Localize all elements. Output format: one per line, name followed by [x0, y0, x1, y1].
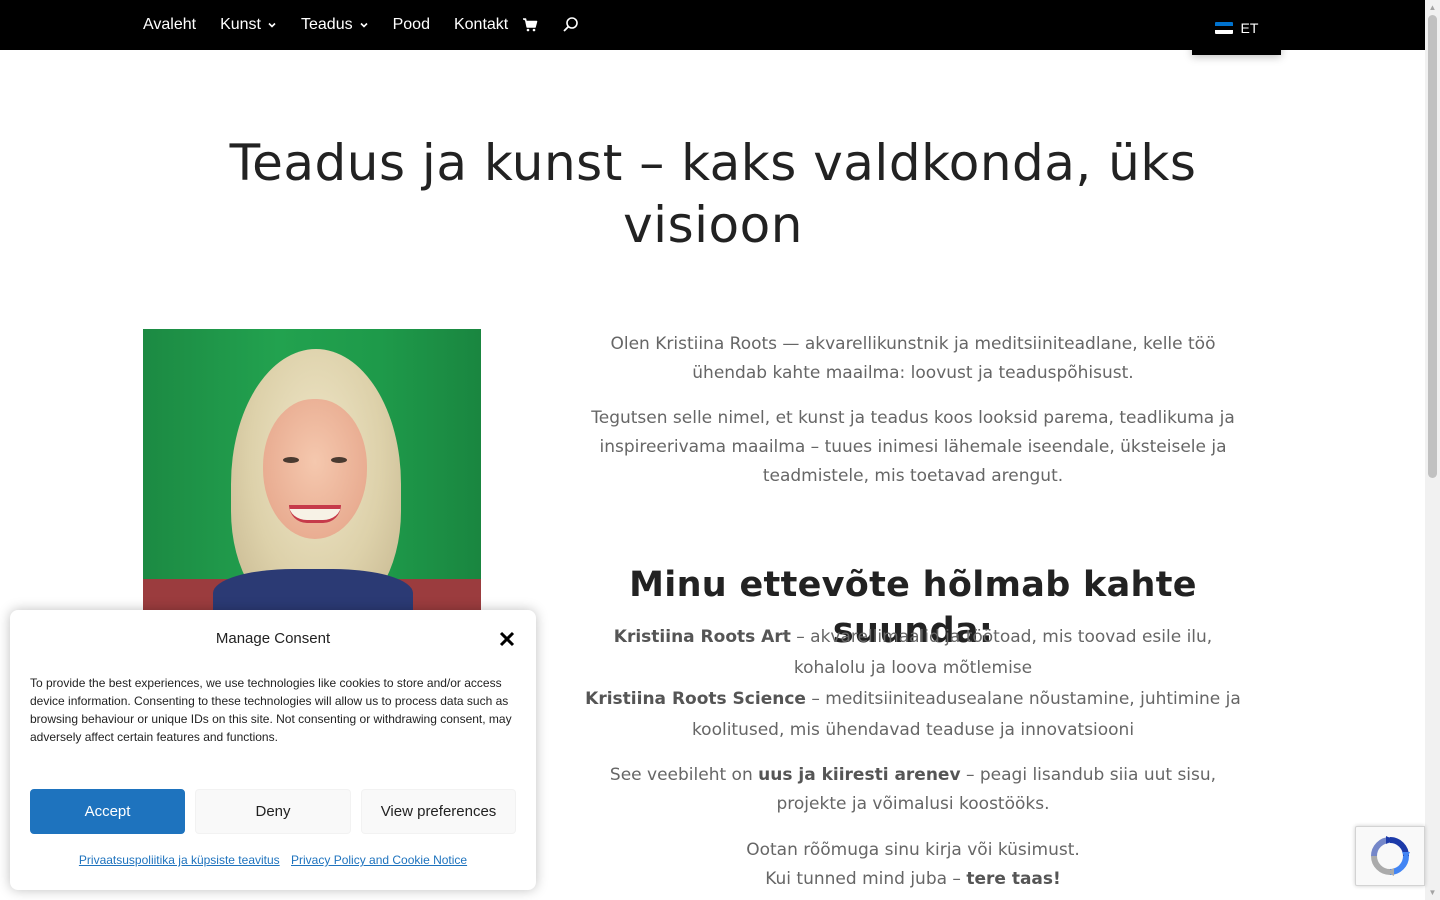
chevron-down-icon — [360, 22, 368, 28]
art-description: – akvarellimaalid ja töötoad, mis toovad… — [790, 627, 1213, 678]
nav-item-label: Kontakt — [453, 16, 509, 33]
consent-title: Manage Consent — [215, 630, 331, 647]
recaptcha-icon — [1371, 836, 1410, 876]
deny-button[interactable]: Deny — [195, 789, 351, 834]
estonian-flag-icon — [1214, 21, 1233, 34]
cookie-consent-dialog: Manage Consent To provide the best exper… — [10, 610, 536, 890]
search-icon[interactable] — [562, 16, 580, 34]
nav-item-teadus[interactable]: Teadus — [301, 0, 369, 50]
consent-links: Privaatsuspoliitika ja küpsiste teavitus… — [10, 853, 536, 867]
direction-art: Kristiina Roots Art – akvarellimaalid ja… — [578, 622, 1248, 684]
privacy-policy-link-et[interactable]: Privaatsuspoliitika ja küpsiste teavitus — [79, 853, 280, 867]
nav-item-label: Avaleht — [143, 16, 197, 33]
nav-item-kontakt[interactable]: Kontakt — [454, 0, 508, 50]
nav-item-avaleht[interactable]: Avaleht — [143, 0, 196, 50]
closing-line-1: Ootan rõõmuga sinu kirja või küsimust. — [746, 840, 1080, 860]
scroll-down-arrow-icon[interactable]: ▼ — [1425, 885, 1440, 900]
closing-line-2: Kui tunned mind juba – tere taas! — [765, 869, 1061, 889]
page-title: Teadus ja kunst – kaks valdkonda, üks vi… — [229, 134, 1197, 254]
nav-item-label: Teadus — [301, 16, 353, 33]
consent-description: To provide the best experiences, we use … — [30, 676, 512, 744]
cart-icon[interactable] — [522, 17, 538, 33]
art-name: Kristiina Roots Art — [613, 627, 791, 647]
direction-science: Kristiina Roots Science – meditsiinitead… — [578, 684, 1248, 746]
status-paragraph: See veebileht on uus ja kiiresti arenev … — [609, 765, 1217, 814]
close-icon[interactable] — [496, 628, 518, 650]
accept-button[interactable]: Accept — [30, 789, 185, 834]
main-menu: Avaleht Kunst Teadus Pood Kontakt — [143, 0, 580, 50]
science-name: Kristiina Roots Science — [585, 689, 806, 709]
view-preferences-button[interactable]: View preferences — [361, 789, 516, 834]
nav-item-pood[interactable]: Pood — [393, 0, 430, 50]
scroll-up-arrow-icon[interactable]: ▲ — [1425, 0, 1440, 15]
portrait-photo — [143, 329, 481, 619]
chevron-down-icon — [268, 22, 276, 28]
nav-item-kunst[interactable]: Kunst — [220, 0, 277, 50]
privacy-policy-link-en[interactable]: Privacy Policy and Cookie Notice — [291, 853, 467, 867]
scrollbar[interactable]: ▲ ▼ — [1425, 0, 1440, 900]
top-nav-bar: Avaleht Kunst Teadus Pood Kontakt ET — [0, 0, 1425, 55]
nav-item-label: Pood — [392, 16, 430, 33]
intro-paragraph-1: Olen Kristiina Roots — akvarellikunstnik… — [610, 334, 1216, 383]
recaptcha-badge[interactable] — [1355, 826, 1425, 886]
scrollbar-thumb[interactable] — [1428, 15, 1437, 478]
nav-item-label: Kunst — [220, 16, 261, 33]
language-switcher[interactable]: ET — [1192, 0, 1281, 55]
language-label: ET — [1240, 19, 1259, 36]
company-directions: Kristiina Roots Art – akvarellimaalid ja… — [578, 622, 1248, 746]
closing-paragraph: Ootan rõõmuga sinu kirja või küsimust. K… — [578, 836, 1248, 894]
intro-paragraph-2: Tegutsen selle nimel, et kunst ja teadus… — [591, 408, 1235, 486]
